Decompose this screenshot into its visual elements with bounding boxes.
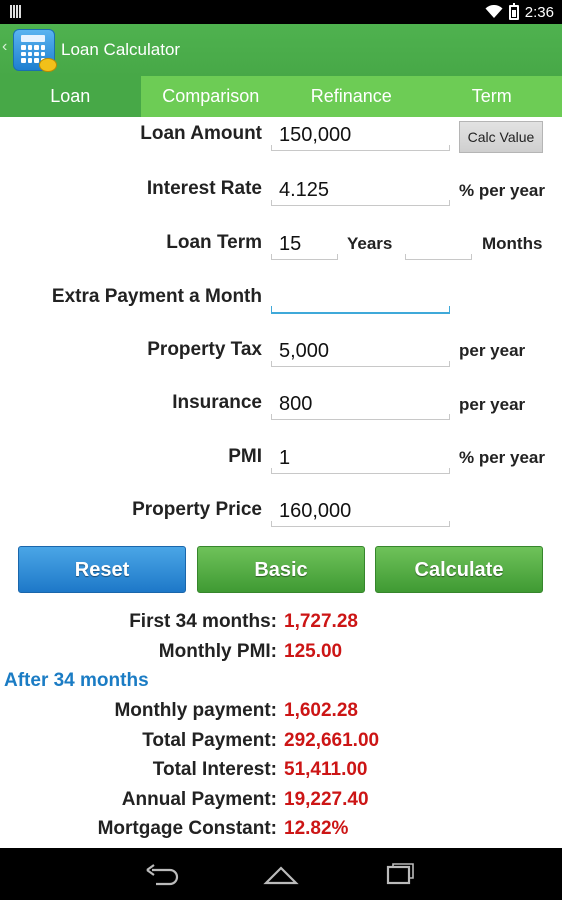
property-price-input[interactable]: 160,000 [271, 497, 450, 527]
annual-payment-label: Annual Payment: [121, 789, 277, 810]
loan-term-months-input[interactable] [405, 230, 472, 260]
wifi-icon [485, 5, 503, 18]
interest-rate-label: Interest Rate [146, 178, 262, 199]
tab-bar: Loan Comparison Refinance Term [0, 76, 562, 117]
insurance-label: Insurance [172, 392, 262, 413]
extra-payment-label: Extra Payment a Month [51, 286, 262, 307]
tab-term[interactable]: Term [422, 76, 562, 117]
insurance-input[interactable]: 800 [271, 390, 450, 420]
mortgage-constant-label: Mortgage Constant: [97, 818, 277, 839]
extra-payment-input[interactable] [271, 284, 450, 314]
tab-refinance[interactable]: Refinance [281, 76, 422, 117]
status-icons: 2:36 [485, 2, 554, 22]
pmi-input[interactable]: 1 [271, 444, 450, 474]
monthly-pmi-value: 125.00 [284, 641, 343, 662]
tab-comparison[interactable]: Comparison [141, 76, 282, 117]
loan-amount-input[interactable]: 150,000 [271, 121, 450, 151]
action-bar: ‹ Loan Calculator [0, 24, 562, 76]
pmi-unit: % per year [459, 448, 545, 467]
recent-apps-icon[interactable] [385, 862, 415, 886]
status-time: 2:36 [524, 3, 554, 21]
tab-loan[interactable]: Loan [0, 76, 141, 117]
property-tax-input[interactable]: 5,000 [271, 337, 450, 367]
monthly-payment-value: 1,602.28 [284, 700, 358, 721]
app-title: Loan Calculator [61, 40, 181, 59]
calc-value-button[interactable]: Calc Value [459, 121, 543, 153]
back-caret-icon[interactable]: ‹ [2, 38, 7, 56]
navigation-bar [0, 848, 562, 900]
first-months-label: First 34 months: [129, 611, 277, 632]
interest-rate-input[interactable]: 4.125 [271, 176, 450, 206]
loan-term-months-unit: Months [482, 234, 543, 253]
loan-amount-label: Loan Amount [140, 123, 262, 144]
pmi-label: PMI [228, 446, 262, 467]
calculator-app-icon[interactable] [13, 29, 57, 72]
loan-term-years-unit: Years [347, 234, 393, 253]
property-tax-label: Property Tax [147, 339, 262, 360]
calculate-button[interactable]: Calculate [375, 546, 543, 593]
total-payment-value: 292,661.00 [284, 730, 380, 751]
mortgage-constant-value: 12.82% [284, 818, 349, 839]
back-icon[interactable] [144, 862, 180, 886]
monthly-pmi-label: Monthly PMI: [158, 641, 277, 662]
signal-bars-icon [10, 5, 22, 18]
loan-term-label: Loan Term [166, 232, 262, 253]
reset-button[interactable]: Reset [18, 546, 186, 593]
insurance-unit: per year [459, 395, 526, 414]
loan-term-years-input[interactable]: 15 [271, 230, 338, 260]
total-payment-label: Total Payment: [142, 730, 277, 751]
property-tax-unit: per year [459, 341, 526, 360]
status-bar: 2:36 [0, 0, 562, 24]
property-price-label: Property Price [132, 499, 262, 520]
monthly-payment-label: Monthly payment: [114, 700, 277, 721]
first-months-value: 1,727.28 [284, 611, 358, 632]
basic-button[interactable]: Basic [197, 546, 365, 593]
home-icon[interactable] [263, 862, 299, 886]
total-interest-label: Total Interest: [152, 759, 277, 780]
interest-rate-unit: % per year [459, 181, 545, 200]
battery-icon [508, 2, 519, 20]
total-interest-value: 51,411.00 [284, 759, 368, 780]
after-months-heading: After 34 months [4, 670, 149, 691]
annual-payment-value: 19,227.40 [284, 789, 369, 810]
